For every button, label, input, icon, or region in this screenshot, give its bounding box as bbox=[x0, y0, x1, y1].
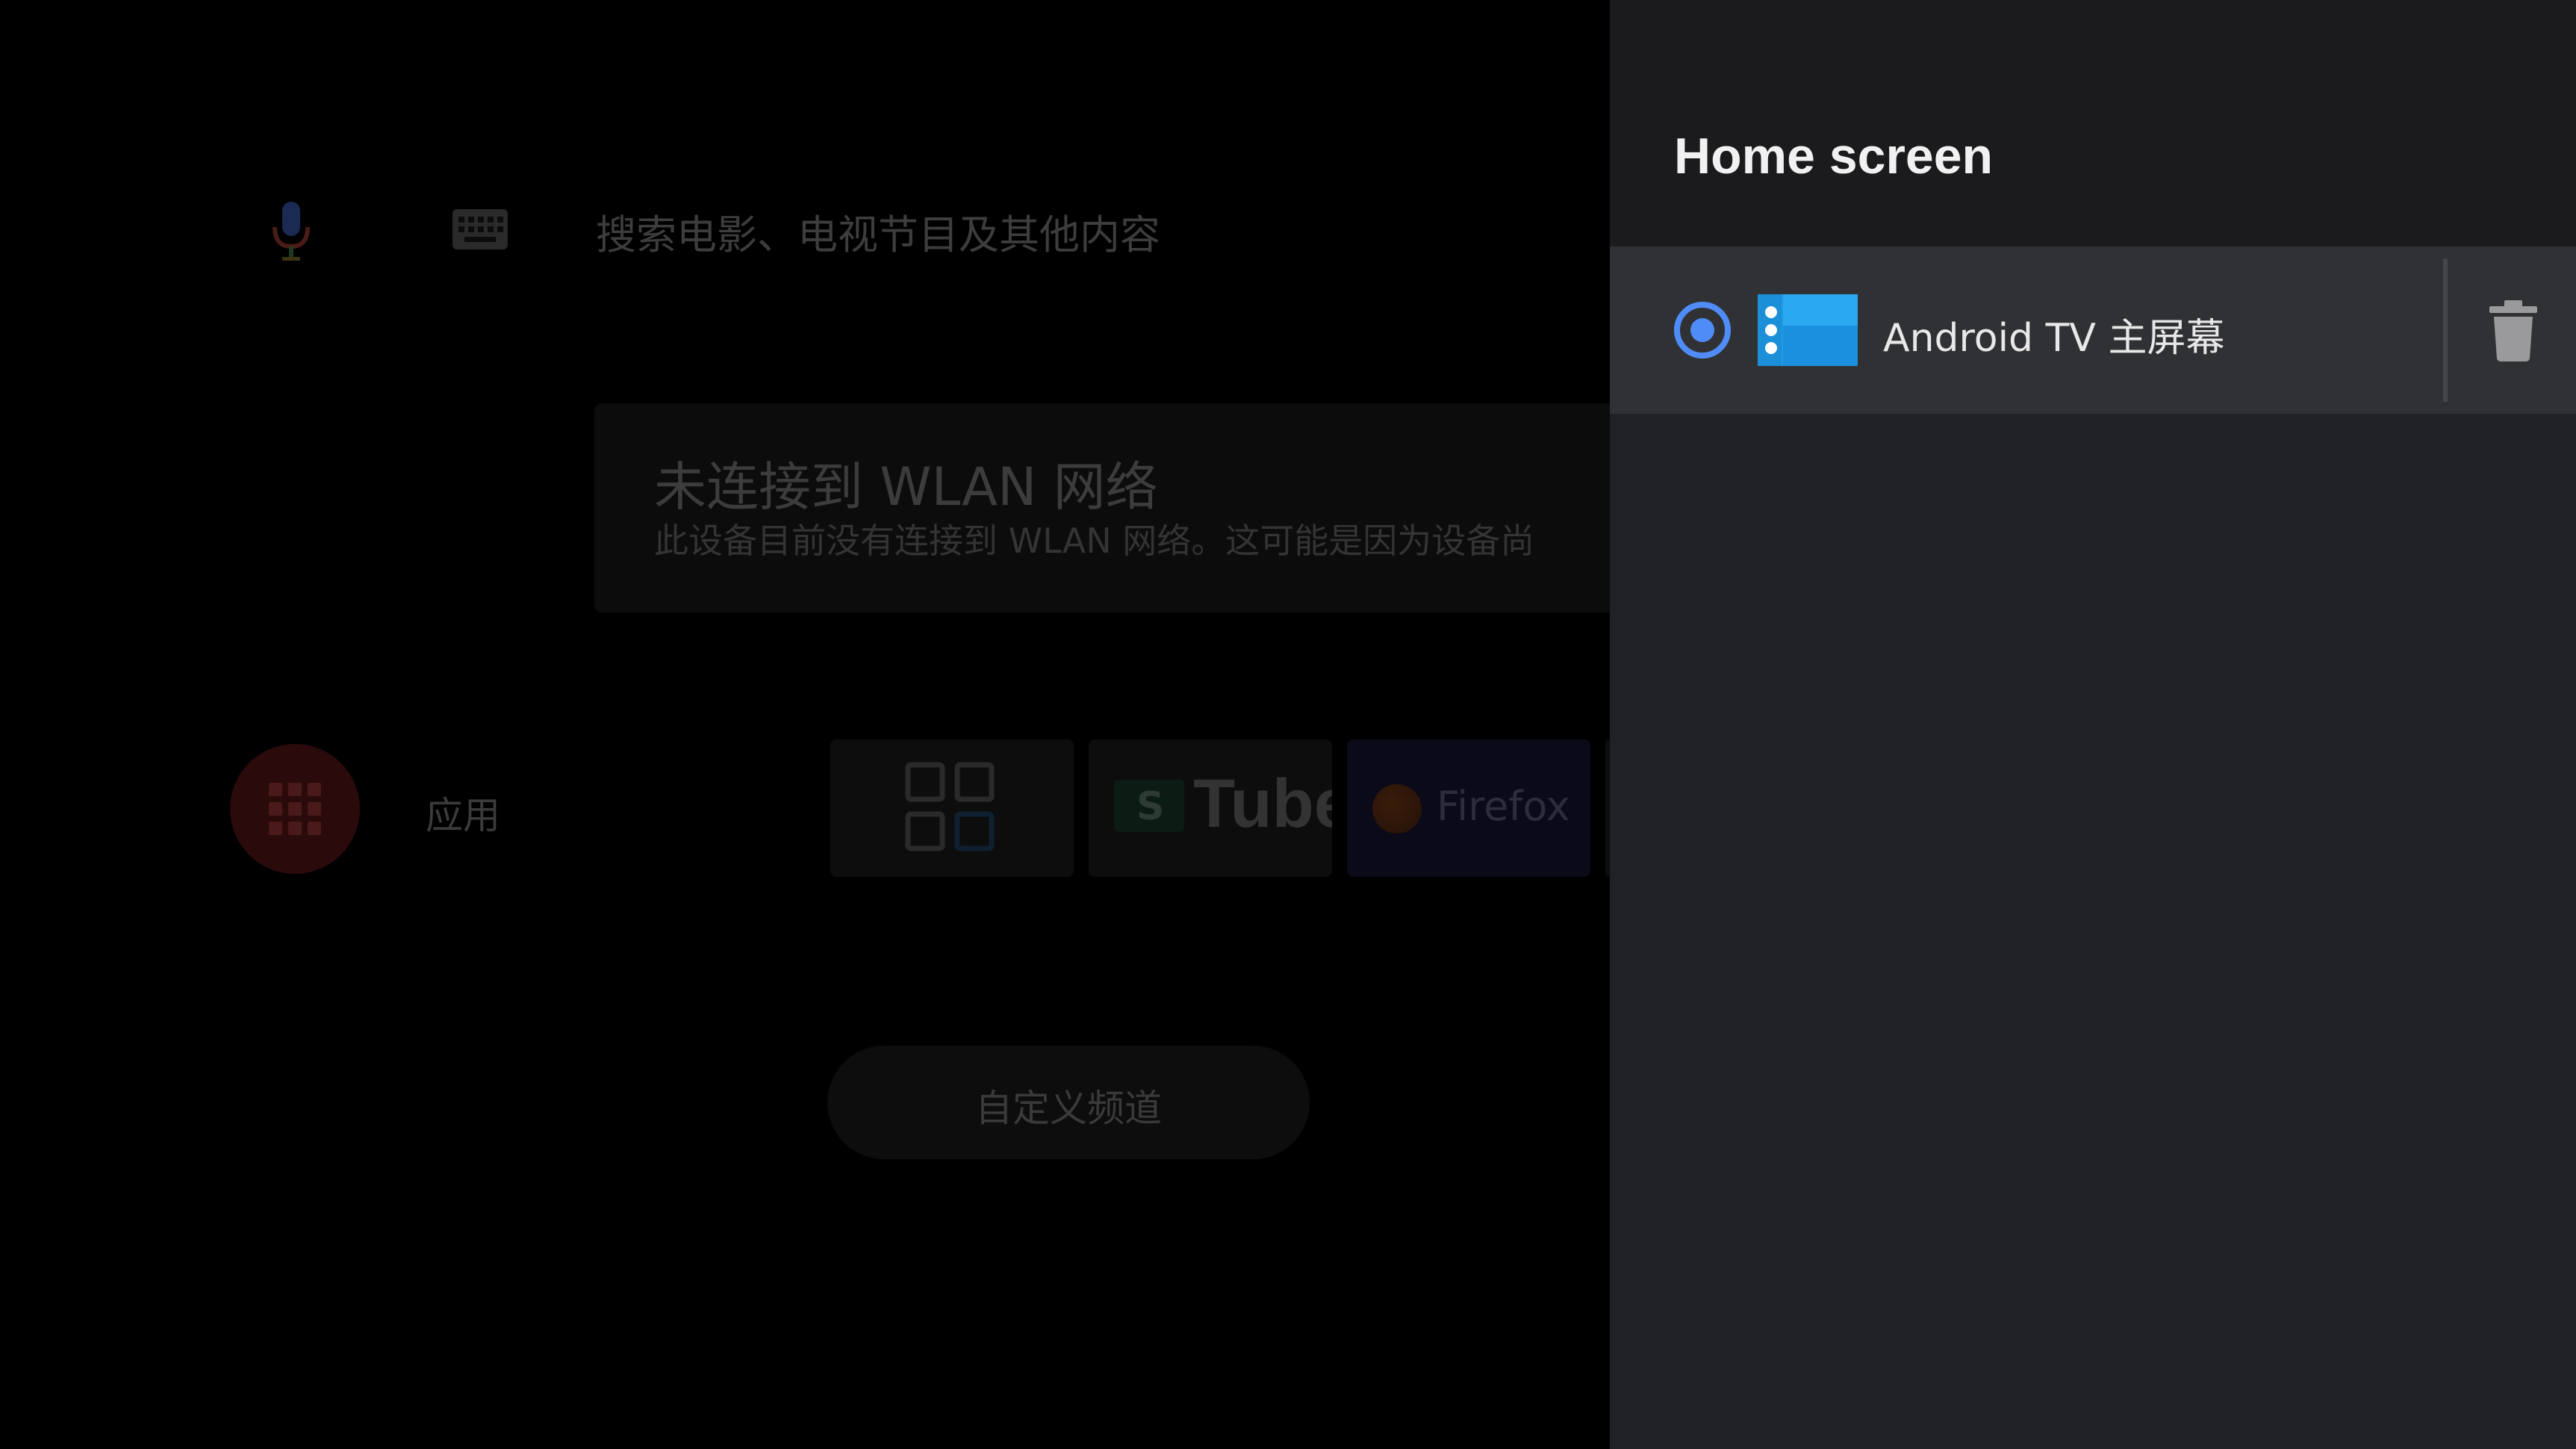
app-grid-tile[interactable] bbox=[830, 739, 1074, 877]
firefox-tile[interactable]: Firefox bbox=[1347, 739, 1590, 877]
youtube-tile[interactable]: S Tube bbox=[1089, 739, 1332, 877]
wlan-notification-title: 未连接到 WLAN 网络 bbox=[654, 456, 1158, 518]
android-tv-home-icon bbox=[1758, 294, 1858, 366]
wlan-notification-card[interactable]: 未连接到 WLAN 网络 此设备目前没有连接到 WLAN 网络。这可能是因为设备… bbox=[594, 403, 1610, 612]
home-screen-background: 搜索电影、电视节目及其他内容 未连接到 WLAN 网络 此设备目前没有连接到 W… bbox=[0, 0, 1610, 1449]
youtube-tile-label: Tube bbox=[1193, 766, 1332, 842]
selected-radio-button[interactable] bbox=[1674, 302, 1731, 359]
firefox-logo-icon bbox=[1372, 784, 1422, 834]
row-divider bbox=[2443, 258, 2448, 402]
youtube-badge-icon: S bbox=[1114, 780, 1184, 832]
list-item-android-tv-home[interactable]: Android TV 主屏幕 bbox=[1610, 246, 2576, 414]
customize-channels-button[interactable]: 自定义频道 bbox=[827, 1046, 1310, 1159]
panel-header: Home screen bbox=[1610, 0, 2576, 246]
firefox-tile-label: Firefox bbox=[1437, 783, 1570, 830]
customize-channels-label: 自定义频道 bbox=[975, 1087, 1162, 1130]
apps-label: 应用 bbox=[426, 794, 500, 837]
microphone-icon[interactable] bbox=[269, 199, 314, 261]
grid-squares-icon bbox=[905, 762, 995, 851]
apps-grid-icon bbox=[269, 783, 321, 835]
trash-icon[interactable] bbox=[2483, 299, 2543, 362]
panel-title: Home screen bbox=[1674, 128, 1994, 184]
tv-screen: 搜索电影、电视节目及其他内容 未连接到 WLAN 网络 此设备目前没有连接到 W… bbox=[0, 0, 2576, 1449]
search-placeholder[interactable]: 搜索电影、电视节目及其他内容 bbox=[596, 202, 1160, 261]
keyboard-icon[interactable] bbox=[452, 209, 508, 249]
apps-button[interactable] bbox=[230, 744, 360, 874]
radio-dot bbox=[1690, 318, 1714, 342]
wlan-notification-description: 此设备目前没有连接到 WLAN 网络。这可能是因为设备尚 bbox=[654, 521, 1535, 561]
list-item-label: Android TV 主屏幕 bbox=[1883, 316, 2225, 361]
home-screen-panel: Home screen Android TV 主屏幕 bbox=[1610, 0, 2576, 1449]
